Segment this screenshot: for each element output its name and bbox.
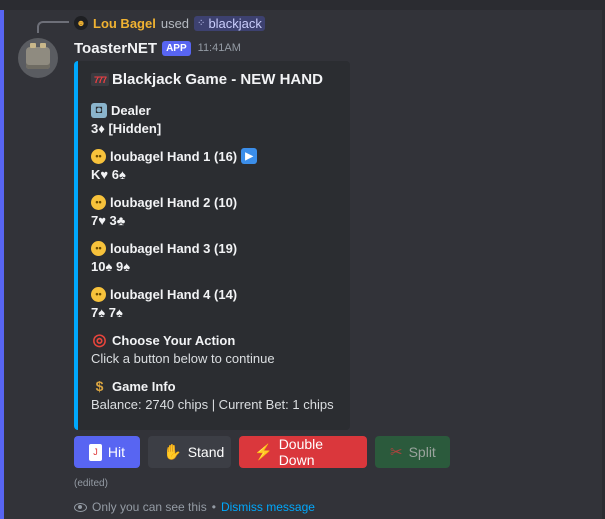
user-avatar-icon[interactable]: ☻	[74, 16, 88, 30]
double-down-button-label: Double Down	[278, 436, 324, 468]
hit-button[interactable]: J Hit	[74, 436, 140, 468]
raised-hand-icon: ✋	[163, 444, 182, 461]
field-hand-2: •• loubagel Hand 2 (10) 7♥ 3♣	[91, 193, 347, 230]
scissors-icon: ✂	[390, 444, 403, 461]
bot-name[interactable]: ToasterNET	[74, 40, 157, 57]
field-value: K♥ 6♠	[91, 167, 126, 182]
message-timestamp[interactable]: 11:41AM	[198, 42, 241, 54]
app-badge: APP	[162, 40, 191, 56]
toaster-icon	[26, 43, 50, 69]
slash-command-mention[interactable]: ⁘ blackjack	[194, 15, 265, 31]
split-button-label: Split	[408, 444, 436, 460]
field-name: Dealer	[111, 102, 151, 118]
playing-card-icon: J	[89, 443, 102, 461]
field-value: 7♥ 3♣	[91, 213, 126, 228]
embed-title-text: Blackjack Game - NEW HAND	[112, 71, 323, 88]
stand-button-label: Stand	[187, 444, 225, 460]
hit-button-label: Hit	[107, 444, 125, 460]
field-hand-3: •• loubagel Hand 3 (19) 10♠ 9♠	[91, 239, 347, 276]
field-name: loubagel Hand 2 (10)	[110, 194, 238, 210]
field-game-info: $ Game Info Balance: 2740 chips | Curren…	[91, 377, 347, 414]
action-buttons: J Hit ✋ Stand ⚡ Double Down ✂ Split	[74, 436, 450, 468]
field-value: 10♠ 9♠	[91, 259, 131, 274]
dismiss-message-link[interactable]: Dismiss message	[221, 500, 315, 514]
play-icon: ▶	[241, 148, 258, 164]
player-face-icon: ••	[91, 194, 106, 210]
command-icon: ⁘	[197, 17, 206, 29]
reply-spine	[37, 21, 69, 33]
target-icon: ◎	[92, 332, 107, 349]
lightning-icon: ⚡	[254, 444, 273, 461]
reply-context[interactable]: ☻ Lou Bagel used ⁘ blackjack	[74, 14, 265, 32]
player-face-icon: ••	[91, 148, 106, 164]
top-bar	[0, 0, 605, 10]
field-name: loubagel Hand 3 (19)	[110, 240, 238, 256]
double-down-button[interactable]: ⚡ Double Down	[239, 436, 367, 468]
edited-label: (edited)	[74, 478, 108, 489]
message-highlight-bar	[0, 10, 4, 519]
field-action: ◎ Choose Your Action Click a button belo…	[91, 331, 347, 368]
bot-avatar[interactable]	[18, 38, 58, 78]
field-name: Game Info	[112, 378, 176, 394]
field-hand-4: •• loubagel Hand 4 (14) 7♠ 7♠	[91, 285, 347, 322]
game-embed: 777 Blackjack Game - NEW HAND ◘ Dealer 3…	[74, 61, 350, 430]
field-name: loubagel Hand 4 (14)	[110, 286, 238, 302]
money-bag-icon: $	[95, 378, 104, 394]
slot-machine-icon: 777	[91, 73, 109, 86]
eye-icon	[74, 502, 87, 512]
player-face-icon: ••	[91, 240, 106, 256]
field-dealer: ◘ Dealer 3♦ [Hidden]	[91, 101, 347, 138]
field-value: 7♠ 7♠	[91, 305, 123, 320]
reply-used-text: used	[160, 15, 190, 31]
robot-icon: ◘	[91, 102, 107, 118]
field-value: 3♦ [Hidden]	[91, 121, 162, 136]
ephemeral-notice: Only you can see this • Dismiss message	[74, 500, 315, 514]
field-value: Balance: 2740 chips | Current Bet: 1 chi…	[91, 397, 334, 412]
stand-button[interactable]: ✋ Stand	[148, 436, 231, 468]
message-header: ToasterNET APP 11:41AM	[74, 38, 241, 58]
command-name: blackjack	[208, 15, 262, 31]
ephemeral-text: Only you can see this	[92, 500, 207, 514]
field-name: Choose Your Action	[112, 332, 236, 348]
player-face-icon: ••	[91, 286, 106, 302]
reply-username[interactable]: Lou Bagel	[93, 16, 156, 31]
embed-title: 777 Blackjack Game - NEW HAND	[91, 71, 323, 88]
separator: •	[211, 500, 216, 514]
field-value: Click a button below to continue	[91, 351, 275, 366]
field-name: loubagel Hand 1 (16)	[110, 148, 238, 164]
split-button[interactable]: ✂ Split	[375, 436, 450, 468]
field-hand-1: •• loubagel Hand 1 (16) ▶ K♥ 6♠	[91, 147, 347, 184]
